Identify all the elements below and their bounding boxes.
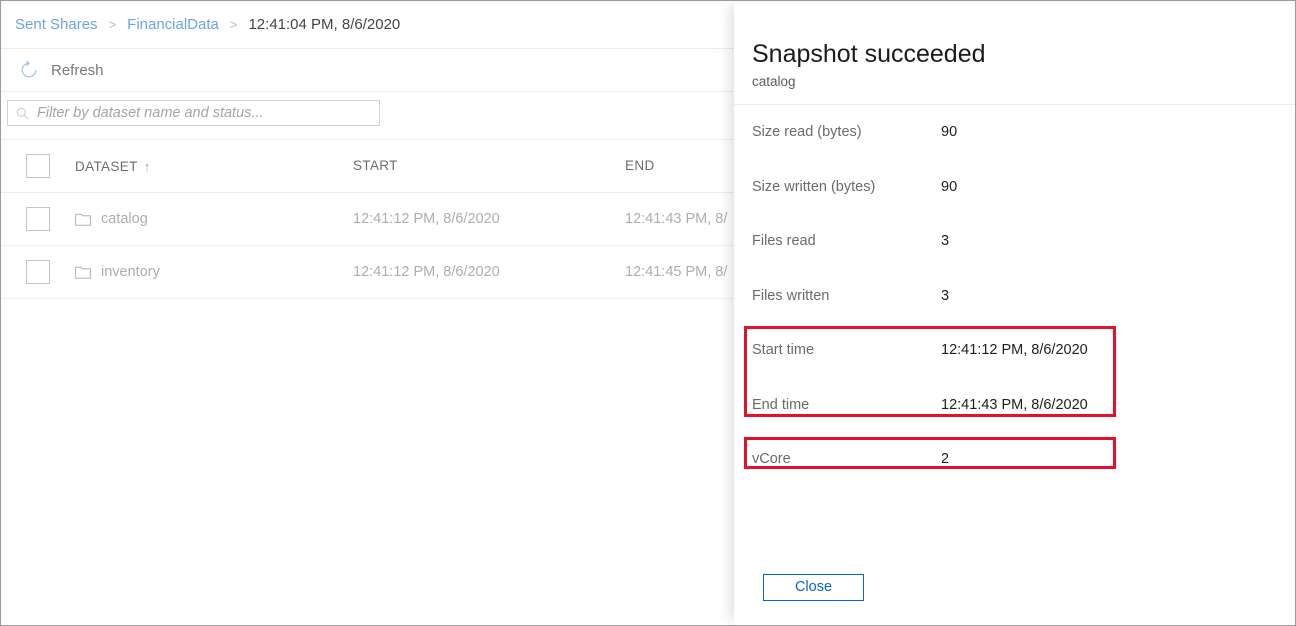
panel-title: Snapshot succeeded	[752, 39, 1295, 69]
property-label: Size read (bytes)	[752, 124, 941, 140]
snapshot-details-panel: Snapshot succeeded catalog Size read (by…	[734, 1, 1295, 625]
cell-start-value: 12:41:12 PM, 8/6/2020	[353, 211, 500, 227]
cell-dataset: inventory	[75, 264, 353, 280]
app-window: Sent Shares > FinancialData > 12:41:04 P…	[0, 0, 1296, 626]
cell-start: 12:41:12 PM, 8/6/2020	[353, 210, 625, 228]
property-label: Start time	[752, 342, 941, 358]
refresh-label: Refresh	[51, 62, 104, 79]
property-value: 2	[941, 451, 949, 467]
cell-start-value: 12:41:12 PM, 8/6/2020	[353, 264, 500, 280]
property-value: 90	[941, 124, 957, 140]
cell-start: 12:41:12 PM, 8/6/2020	[353, 263, 625, 281]
property-row-files-read: Files read 3	[734, 214, 1295, 269]
property-value: 3	[941, 233, 949, 249]
row-checkbox[interactable]	[26, 260, 50, 284]
cell-dataset: catalog	[75, 211, 353, 227]
property-value: 90	[941, 179, 957, 195]
column-header-start-label: START	[353, 158, 398, 173]
breadcrumb-separator: >	[109, 17, 117, 32]
breadcrumb-item-financialdata[interactable]: FinancialData	[127, 16, 219, 33]
sort-ascending-icon: ↑	[144, 159, 151, 174]
cell-dataset-name: catalog	[101, 211, 148, 227]
property-value: 12:41:43 PM, 8/6/2020	[941, 397, 1088, 413]
property-row-end-time: End time 12:41:43 PM, 8/6/2020	[734, 378, 1295, 433]
property-label: End time	[752, 397, 941, 413]
column-header-end-label: END	[625, 158, 655, 173]
column-header-dataset[interactable]: DATASET ↑	[75, 159, 353, 174]
property-label: Size written (bytes)	[752, 179, 941, 195]
column-header-dataset-label: DATASET	[75, 159, 138, 174]
search-icon	[16, 107, 29, 120]
property-label: Files written	[752, 288, 941, 304]
refresh-icon	[19, 60, 39, 80]
select-all-cell	[1, 154, 75, 178]
panel-footer: Close	[734, 574, 1295, 601]
panel-body: Size read (bytes) 90 Size written (bytes…	[734, 105, 1295, 487]
property-label: vCore	[752, 451, 941, 467]
cell-dataset-name: inventory	[101, 264, 160, 280]
property-value: 3	[941, 288, 949, 304]
folder-icon	[75, 265, 91, 279]
property-value: 12:41:12 PM, 8/6/2020	[941, 342, 1088, 358]
cell-end-value: 12:41:45 PM, 8/	[625, 264, 727, 280]
cell-end-value: 12:41:43 PM, 8/	[625, 211, 727, 227]
property-row-files-written: Files written 3	[734, 269, 1295, 324]
row-select-cell	[1, 260, 75, 284]
property-row-size-written: Size written (bytes) 90	[734, 160, 1295, 215]
property-label: Files read	[752, 233, 941, 249]
close-button[interactable]: Close	[763, 574, 864, 601]
select-all-checkbox[interactable]	[26, 154, 50, 178]
row-select-cell	[1, 207, 75, 231]
column-header-start[interactable]: START	[353, 157, 625, 175]
breadcrumb-separator: >	[230, 17, 238, 32]
refresh-button[interactable]: Refresh	[19, 60, 104, 80]
property-row-vcore: vCore 2	[734, 432, 1295, 487]
breadcrumb-item-current: 12:41:04 PM, 8/6/2020	[248, 16, 400, 33]
filter-box[interactable]	[7, 100, 380, 126]
panel-subtitle: catalog	[752, 74, 1295, 89]
panel-header: Snapshot succeeded catalog	[734, 1, 1295, 105]
folder-icon	[75, 212, 91, 226]
property-row-size-read: Size read (bytes) 90	[734, 105, 1295, 160]
breadcrumb-item-sent-shares[interactable]: Sent Shares	[15, 16, 98, 33]
property-row-start-time: Start time 12:41:12 PM, 8/6/2020	[734, 323, 1295, 378]
row-checkbox[interactable]	[26, 207, 50, 231]
search-input[interactable]	[37, 105, 379, 121]
